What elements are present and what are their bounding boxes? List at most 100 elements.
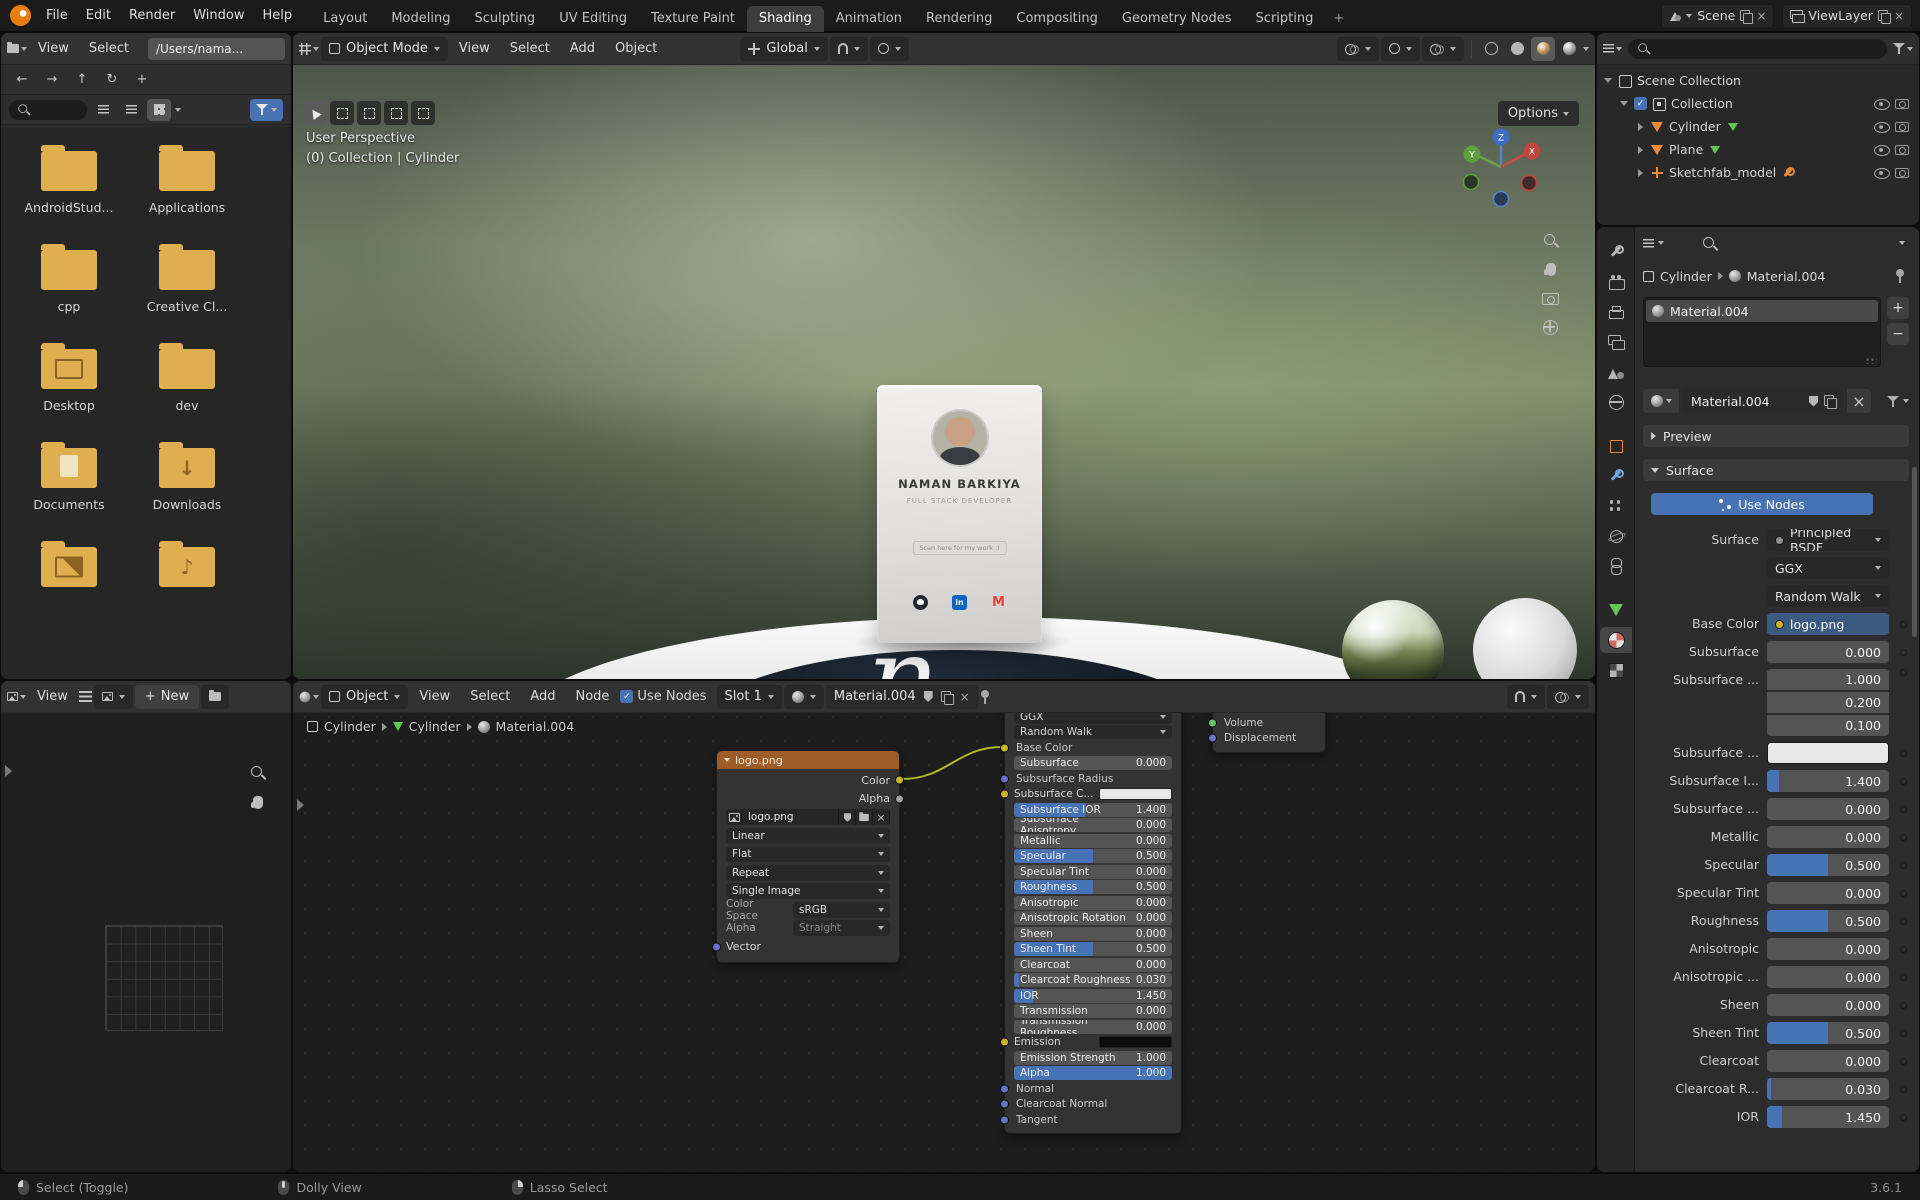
bsdf-row-ior[interactable]: IOR 1.450	[1014, 988, 1172, 1003]
workspace-tab-uv-editing[interactable]: UV Editing	[547, 6, 639, 32]
menu-icon[interactable]	[78, 691, 92, 702]
hide-render-icon[interactable]	[1895, 167, 1909, 178]
workspace-tab-modeling[interactable]: Modeling	[379, 6, 462, 32]
material-browse-dropdown[interactable]	[783, 684, 824, 709]
shader-select-menu[interactable]: Select	[461, 685, 519, 708]
navigation-gizmo[interactable]: Z Y X	[1455, 123, 1547, 215]
bsdf-row-transmission[interactable]: Transmission 0.000	[1014, 1004, 1172, 1018]
bsdf-row-roughness[interactable]: Roughness 0.500	[1014, 880, 1172, 894]
workspace-tab-shading[interactable]: Shading	[746, 5, 824, 32]
properties-tab-modifiers[interactable]	[1600, 463, 1632, 489]
preview-panel-header[interactable]: Preview	[1643, 425, 1909, 447]
remove-viewlayer-icon[interactable]	[1894, 10, 1904, 22]
prop-row-random-walk[interactable]: Random Walk	[1643, 585, 1909, 607]
pin-icon[interactable]	[1895, 269, 1905, 283]
folder-item-creative-cl[interactable]: Creative Cl...	[137, 244, 237, 315]
back-button[interactable]: ←	[9, 69, 35, 91]
collection-checkbox[interactable]	[1634, 97, 1647, 110]
bsdf-row-sheen-tint[interactable]: Sheen Tint 0.500	[1014, 942, 1172, 956]
interpolation-dropdown[interactable]: Linear	[726, 827, 890, 844]
properties-tab-texture[interactable]	[1600, 657, 1632, 683]
workspace-tab-layout[interactable]: Layout	[311, 6, 379, 32]
displacement-input-socket[interactable]	[1208, 733, 1217, 743]
file-browser-select-menu[interactable]: Select	[80, 37, 138, 60]
mode-dropdown[interactable]: Object Mode	[321, 36, 448, 61]
bsdf-row-subsurface-radius[interactable]: Subsurface Radius	[1000, 772, 1172, 786]
hide-render-icon[interactable]	[1895, 121, 1909, 132]
prop-row-clearcoat-r[interactable]: Clearcoat R... 0.030	[1643, 1078, 1909, 1100]
image-texture-node-header[interactable]: logo.png	[717, 751, 899, 769]
prop-row-surface[interactable]: Surface Principled BSDF	[1643, 529, 1909, 551]
properties-tab-render[interactable]	[1600, 269, 1632, 295]
material-name-field[interactable]: Material.004	[1683, 389, 1843, 413]
menu-edit[interactable]: Edit	[77, 4, 120, 27]
prop-row-metallic[interactable]: Metallic 0.000	[1643, 826, 1909, 848]
visibility-dropdown[interactable]	[1337, 36, 1379, 61]
create-directory-button[interactable]: +	[129, 69, 155, 91]
viewport-scene[interactable]: n NAMAN BARKIYA FULL STACK DEVELOPER Sca…	[293, 65, 1595, 679]
remove-slot-button[interactable]	[1887, 323, 1909, 345]
zoom-icon[interactable]	[1543, 233, 1558, 248]
folder-item-desktop[interactable]: Desktop	[19, 343, 119, 414]
properties-tab-output[interactable]	[1600, 299, 1632, 325]
workspace-tab-scripting[interactable]: Scripting	[1244, 6, 1326, 32]
hide-viewport-icon[interactable]	[1874, 98, 1890, 110]
folder-item-downloads[interactable]: Downloads	[137, 442, 237, 513]
shader-node-menu[interactable]: Node	[566, 685, 618, 708]
node-canvas[interactable]: logo.png Color Alpha logo.png Linear Fla…	[293, 681, 1595, 1172]
image-browse-icon[interactable]	[726, 809, 743, 825]
subsurface-radius-input-socket[interactable]	[1000, 774, 1009, 783]
filter-icon[interactable]	[1887, 395, 1899, 407]
menu-render[interactable]: Render	[120, 4, 184, 27]
zoom-icon[interactable]	[250, 765, 265, 780]
shading-solid-button[interactable]	[1505, 37, 1529, 61]
unlink-image-icon[interactable]	[873, 809, 890, 825]
business-card-object[interactable]: NAMAN BARKIYA FULL STACK DEVELOPER Scan …	[877, 385, 1042, 643]
prop-row-anisotropic[interactable]: Anisotropic 0.000	[1643, 938, 1909, 960]
color-output-socket[interactable]	[895, 775, 904, 785]
copy-material-icon[interactable]	[1824, 395, 1837, 409]
fake-user-icon[interactable]	[923, 691, 933, 702]
new-image-button[interactable]: New	[134, 684, 200, 709]
open-image-button[interactable]	[201, 684, 230, 709]
base-color-input-socket[interactable]	[1000, 743, 1009, 752]
workspace-tab-compositing[interactable]: Compositing	[1004, 6, 1110, 32]
bsdf-row-clearcoat-normal[interactable]: Clearcoat Normal	[1000, 1097, 1172, 1111]
outliner-row-sketchfab-model[interactable]: Sketchfab_model	[1597, 161, 1919, 184]
unlink-material-button[interactable]	[1847, 389, 1871, 413]
chevron-down-icon[interactable]	[175, 107, 181, 112]
display-thumbnail-button[interactable]	[147, 98, 171, 121]
prop-row-subsurface-i[interactable]: Subsurface I... 1.400	[1643, 770, 1909, 792]
use-nodes-button[interactable]: Use Nodes	[1651, 493, 1873, 515]
copy-material-icon[interactable]	[940, 690, 954, 705]
prop-row-base-color[interactable]: Base Color logo.png	[1643, 613, 1909, 635]
white-sphere-object[interactable]	[1473, 598, 1577, 679]
scene-selector[interactable]: Scene	[1661, 3, 1775, 28]
new-scene-icon[interactable]	[1740, 9, 1754, 24]
menu-file[interactable]: File	[37, 4, 77, 27]
bsdf-row-alpha[interactable]: Alpha 1.000	[1014, 1066, 1172, 1080]
shading-wireframe-button[interactable]	[1479, 37, 1503, 61]
prop-row-subsurface[interactable]: Subsurface ... 0.000	[1643, 798, 1909, 820]
ortho-toggle-icon[interactable]	[1543, 320, 1558, 335]
file-path-field[interactable]: /Users/nama...	[147, 37, 285, 60]
up-button[interactable]: ↑	[69, 69, 95, 91]
principled-bsdf-node[interactable]: GGX Random Walk Base Color Subsurface 0.000 S…	[1000, 705, 1182, 1134]
properties-tab-constraints[interactable]	[1600, 553, 1632, 579]
close-icon[interactable]	[1756, 10, 1766, 22]
workspace-tab-geometry-nodes[interactable]: Geometry Nodes	[1110, 6, 1244, 32]
snap-dropdown[interactable]	[829, 36, 868, 61]
select-subtract-button[interactable]	[384, 101, 408, 125]
bsdf-row-clearcoat-roughness[interactable]: Clearcoat Roughness 0.030	[1014, 973, 1172, 987]
workspace-tab-sculpting[interactable]: Sculpting	[462, 6, 547, 32]
normal-input-socket[interactable]	[1000, 1084, 1009, 1093]
editor-type-icon[interactable]	[299, 42, 311, 55]
prop-row-anisotropic[interactable]: Anisotropic ... 0.000	[1643, 966, 1909, 988]
folder-item-applications[interactable]: Applications	[137, 145, 237, 216]
region-toggle-icon[interactable]	[297, 799, 304, 811]
transform-orientation-dropdown[interactable]: Global	[740, 36, 828, 61]
prop-row-roughness[interactable]: Roughness 0.500	[1643, 910, 1909, 932]
open-image-icon[interactable]	[856, 809, 873, 825]
projection-dropdown[interactable]: Flat	[726, 846, 890, 862]
use-nodes-checkbox[interactable]	[620, 690, 634, 703]
